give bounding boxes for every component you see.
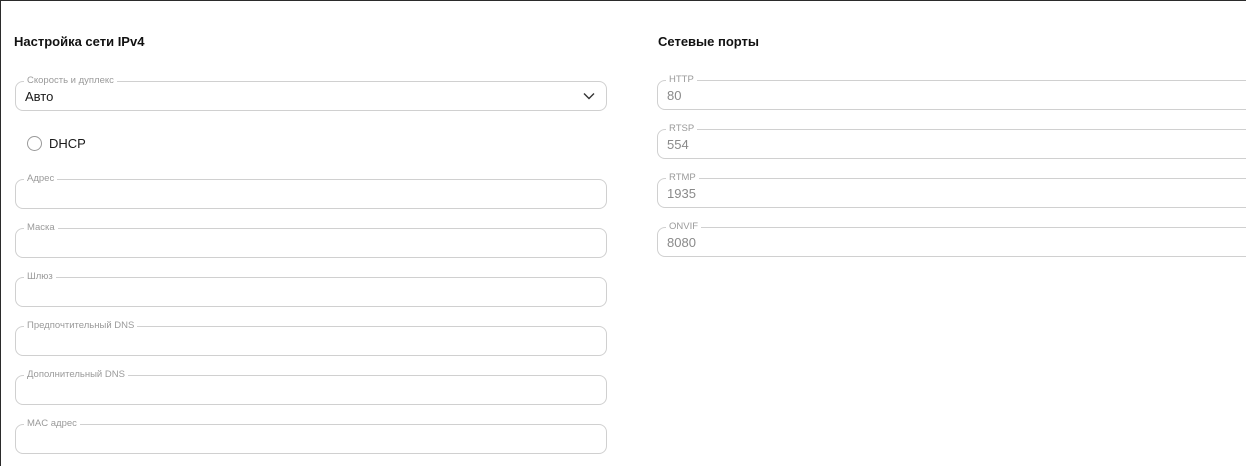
rtmp-port-field[interactable]: RTMP 1935 — [657, 172, 1246, 208]
dns-secondary-input[interactable] — [25, 383, 595, 399]
address-label: Адрес — [24, 173, 58, 185]
gateway-label: Шлюз — [24, 271, 56, 283]
dhcp-option[interactable]: DHCP — [27, 136, 86, 151]
ipv4-section-title: Настройка сети IPv4 — [14, 34, 145, 49]
mac-field[interactable]: MAC адрес — [15, 418, 607, 454]
rtmp-port-label: RTMP — [666, 172, 699, 184]
address-field[interactable]: Адрес — [15, 173, 607, 209]
dhcp-radio[interactable] — [27, 136, 42, 151]
mask-input[interactable] — [25, 236, 595, 252]
mask-label: Маска — [24, 222, 58, 234]
speed-duplex-select[interactable]: Скорость и дуплекс Авто — [15, 75, 607, 111]
speed-duplex-value: Авто — [25, 89, 54, 104]
dhcp-label: DHCP — [49, 136, 86, 151]
dns-secondary-field[interactable]: Дополнительный DNS — [15, 369, 607, 405]
http-port-label: HTTP — [666, 74, 697, 86]
settings-panel: Настройка сети IPv4 Скорость и дуплекс А… — [0, 0, 1246, 466]
rtmp-port-value[interactable]: 1935 — [667, 186, 696, 201]
gateway-field[interactable]: Шлюз — [15, 271, 607, 307]
dns-primary-label: Предпочтительный DNS — [24, 320, 138, 332]
speed-duplex-label: Скорость и дуплекс — [24, 75, 117, 87]
http-port-field[interactable]: HTTP 80 — [657, 74, 1246, 110]
dns-primary-input[interactable] — [25, 334, 595, 350]
gateway-input[interactable] — [25, 285, 595, 301]
rtsp-port-value[interactable]: 554 — [667, 137, 689, 152]
onvif-port-value[interactable]: 8080 — [667, 235, 696, 250]
ports-section-title: Сетевые порты — [658, 34, 760, 49]
dns-primary-field[interactable]: Предпочтительный DNS — [15, 320, 607, 356]
http-port-value[interactable]: 80 — [667, 88, 681, 103]
mac-label: MAC адрес — [24, 418, 80, 430]
chevron-down-icon[interactable] — [583, 91, 595, 101]
rtsp-port-label: RTSP — [666, 123, 698, 135]
address-input[interactable] — [25, 187, 595, 203]
mac-input[interactable] — [25, 432, 595, 448]
onvif-port-label: ONVIF — [666, 221, 702, 233]
rtsp-port-field[interactable]: RTSP 554 — [657, 123, 1246, 159]
dns-secondary-label: Дополнительный DNS — [24, 369, 128, 381]
onvif-port-field[interactable]: ONVIF 8080 — [657, 221, 1246, 257]
mask-field[interactable]: Маска — [15, 222, 607, 258]
